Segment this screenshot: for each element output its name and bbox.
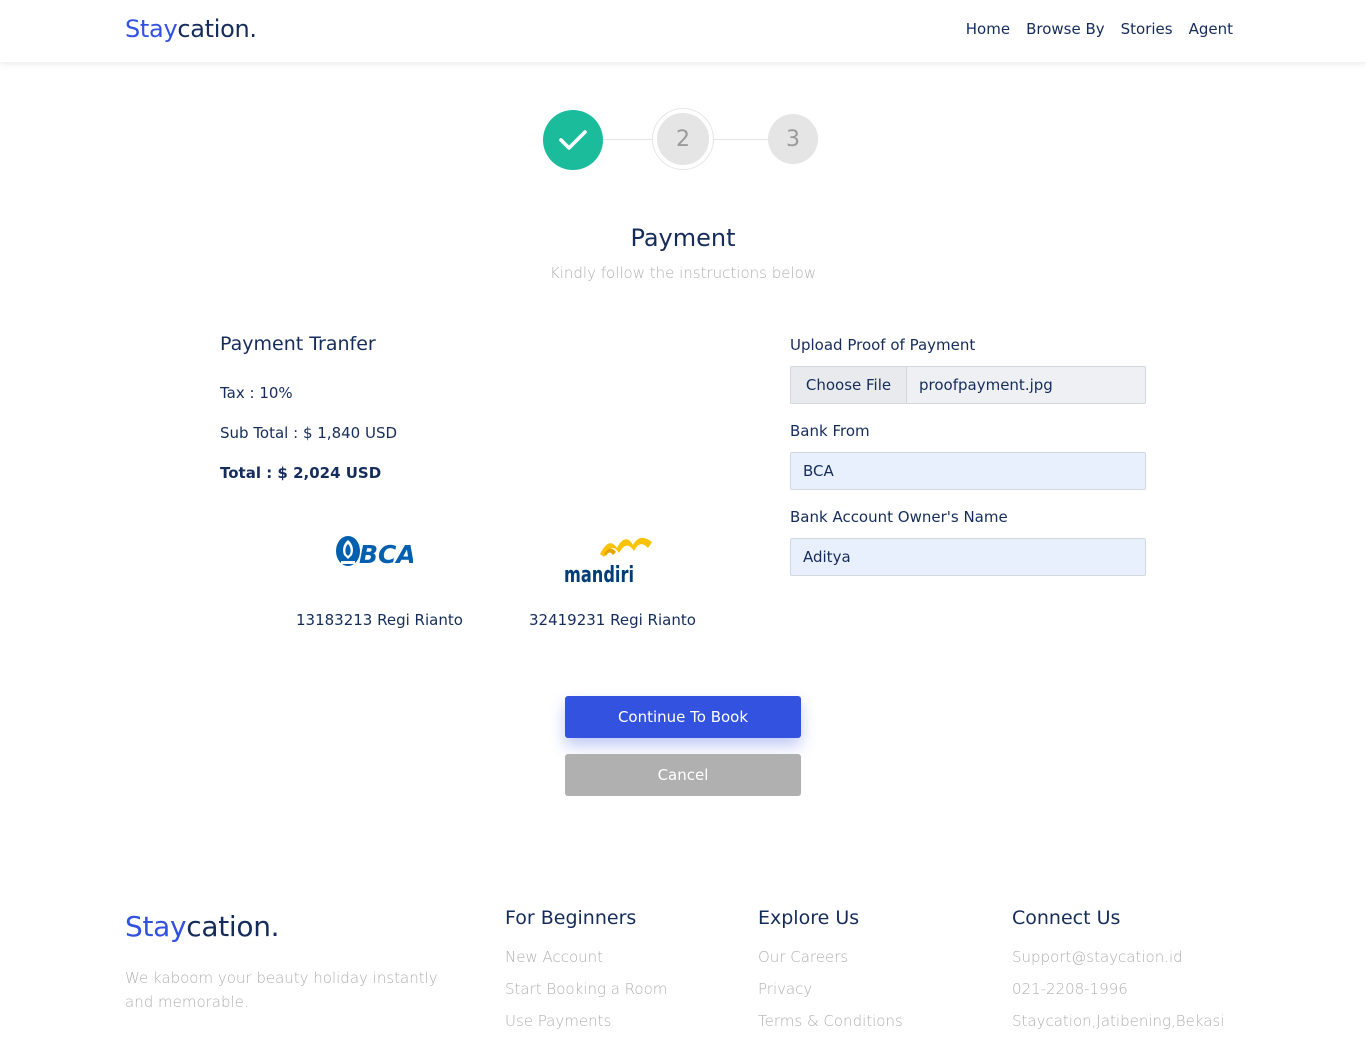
bca-logo-text: BCA bbox=[359, 540, 413, 569]
bank-from-input[interactable] bbox=[790, 452, 1146, 490]
booking-stepper: 2 3 bbox=[542, 109, 820, 171]
footer-link-terms[interactable]: Terms & Conditions bbox=[758, 1010, 903, 1032]
account-owner-input[interactable] bbox=[790, 538, 1146, 576]
tax-text: Tax : 10% bbox=[220, 384, 293, 402]
footer-tagline: We kaboom your beauty holiday instantly … bbox=[125, 969, 438, 1011]
subtotal-text: Sub Total : $ 1,840 USD bbox=[220, 424, 398, 442]
footer-link-careers[interactable]: Our Careers bbox=[758, 946, 903, 968]
footer-link-start-booking[interactable]: Start Booking a Room bbox=[505, 978, 667, 1000]
brand-part-cation: cation. bbox=[177, 15, 257, 43]
footer-column-connect: Connect Us Support@staycation.id 021-220… bbox=[1012, 907, 1224, 1042]
footer-link-use-payments[interactable]: Use Payments bbox=[505, 1010, 667, 1032]
footer-column-title: Explore Us bbox=[758, 907, 860, 929]
footer-brand-part-stay: Stay bbox=[125, 910, 187, 943]
proof-file-input[interactable]: Choose File proofpayment.jpg bbox=[790, 366, 1146, 404]
page-subtitle: Kindly follow the instructions below bbox=[549, 264, 817, 282]
nav-home[interactable]: Home bbox=[966, 20, 1010, 38]
step-2-active: 2 bbox=[653, 109, 713, 169]
footer-column-title: For Beginners bbox=[505, 907, 637, 929]
footer-link-phone[interactable]: 021-2208-1996 bbox=[1012, 978, 1224, 1000]
cancel-button[interactable]: Cancel bbox=[565, 754, 801, 796]
footer-brand-part-cation: cation. bbox=[186, 910, 280, 943]
total-text: Total : $ 2,024 USD bbox=[220, 464, 382, 482]
continue-to-book-button[interactable]: Continue To Book bbox=[565, 696, 801, 738]
payment-transfer-heading: Payment Tranfer bbox=[220, 333, 376, 355]
brand-part-stay: Stay bbox=[125, 15, 178, 43]
nav-browse-by[interactable]: Browse By bbox=[1026, 20, 1105, 38]
upload-proof-label: Upload Proof of Payment bbox=[790, 336, 976, 354]
footer-column-title: Connect Us bbox=[1012, 907, 1121, 929]
bca-account-number: 13183213 Regi Rianto bbox=[296, 611, 463, 629]
mandiri-logo-text: mandiri bbox=[564, 563, 634, 586]
bank-from-label: Bank From bbox=[790, 422, 870, 440]
top-navbar: Staycation. Home Browse By Stories Agent bbox=[0, 0, 1366, 62]
footer-link-privacy[interactable]: Privacy bbox=[758, 978, 903, 1000]
footer-link-email[interactable]: Support@staycation.id bbox=[1012, 946, 1224, 968]
footer-link-address[interactable]: Staycation,Jatibening,Bekasi bbox=[1012, 1010, 1224, 1032]
footer-link-new-account[interactable]: New Account bbox=[505, 946, 667, 968]
mandiri-logo: mandiri bbox=[564, 537, 652, 586]
selected-file-name: proofpayment.jpg bbox=[919, 376, 1053, 394]
check-icon bbox=[559, 130, 587, 150]
mandiri-account-number: 32419231 Regi Rianto bbox=[529, 611, 696, 629]
bca-logo: BCA bbox=[336, 536, 413, 569]
brand-logo[interactable]: Staycation. bbox=[125, 15, 257, 43]
stepper-connector bbox=[713, 139, 769, 140]
account-owner-label: Bank Account Owner's Name bbox=[790, 508, 1008, 526]
footer-column-beginners: For Beginners New Account Start Booking … bbox=[505, 907, 667, 1042]
footer-column-explore: Explore Us Our Careers Privacy Terms & C… bbox=[758, 907, 903, 1042]
nav-agent[interactable]: Agent bbox=[1189, 20, 1233, 38]
main-nav: Home Browse By Stories Agent bbox=[966, 20, 1233, 38]
choose-file-button[interactable]: Choose File bbox=[791, 367, 907, 403]
footer-brand-logo[interactable]: Staycation. bbox=[125, 910, 280, 943]
page-title: Payment bbox=[630, 224, 736, 252]
step-3: 3 bbox=[768, 114, 818, 164]
step-1-completed bbox=[543, 110, 603, 170]
nav-stories[interactable]: Stories bbox=[1121, 20, 1173, 38]
stepper-connector bbox=[603, 139, 657, 140]
